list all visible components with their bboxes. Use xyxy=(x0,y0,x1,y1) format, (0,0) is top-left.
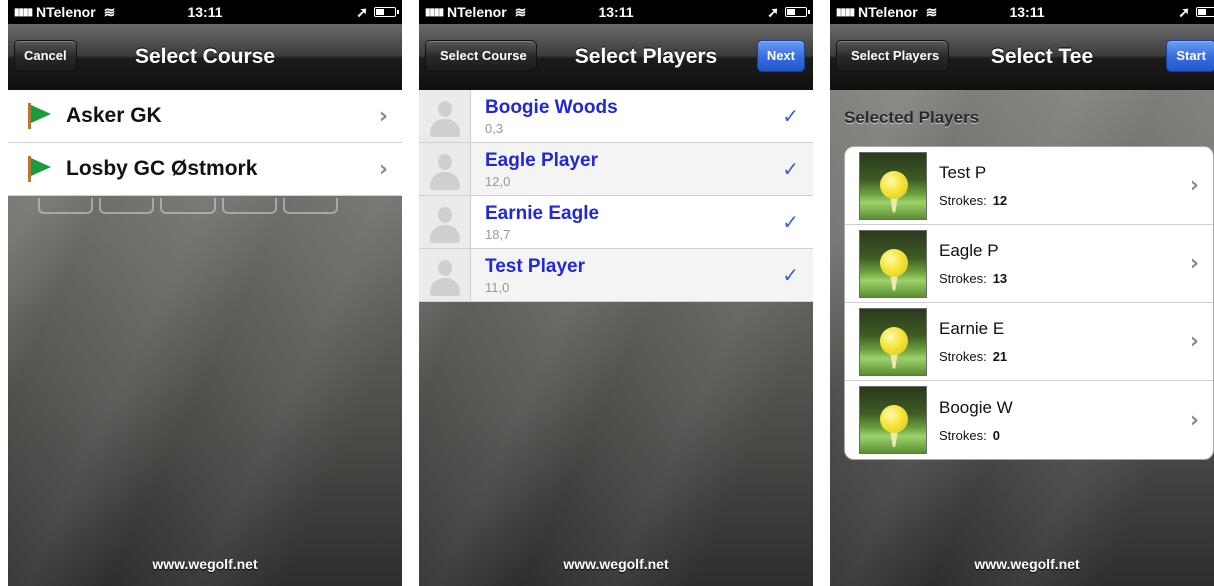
chevron-right-icon: › xyxy=(378,103,388,129)
selected-player-name: Earnie E xyxy=(939,319,1005,338)
wifi-icon: ≋ xyxy=(925,3,938,20)
selected-player-name: Eagle P xyxy=(939,241,999,260)
decorative-shelf xyxy=(38,198,339,214)
battery-icon xyxy=(785,7,810,17)
player-row[interactable]: Eagle Player 12,0 ✓ xyxy=(419,143,813,196)
signal-icon: ▮▮▮▮ xyxy=(836,6,855,18)
wifi-icon: ≋ xyxy=(103,3,116,20)
selected-players-list: Test P Strokes: 12 › Eagle P Strokes: 13 ›… xyxy=(844,146,1214,460)
flag-icon xyxy=(22,154,52,184)
avatar-placeholder-icon xyxy=(419,90,471,142)
strokes-info: Strokes: 0 xyxy=(939,427,1000,443)
player-handicap: 18,7 xyxy=(485,226,511,242)
chevron-right-icon: › xyxy=(1189,329,1199,354)
golf-ball-icon xyxy=(859,386,927,454)
strokes-value: 21 xyxy=(992,349,1008,364)
player-handicap: 0,3 xyxy=(485,120,504,136)
selected-player-row[interactable]: Test P Strokes: 12 › xyxy=(845,147,1213,225)
player-name: Eagle Player xyxy=(485,149,599,171)
course-list: Asker GK › Losby GC Østmork › xyxy=(8,90,402,196)
avatar-placeholder-icon xyxy=(419,143,471,195)
avatar-placeholder-icon xyxy=(419,196,471,248)
location-icon: ➚ xyxy=(1178,3,1190,20)
player-row[interactable]: Boogie Woods 0,3 ✓ xyxy=(419,90,813,143)
avatar-placeholder-icon xyxy=(419,249,471,301)
course-row-asker-gk[interactable]: Asker GK › xyxy=(8,90,402,143)
page-title: Select Course xyxy=(134,45,276,68)
player-name: Boogie Woods xyxy=(485,96,618,118)
selected-player-row[interactable]: Earnie E Strokes: 21 › xyxy=(845,303,1213,381)
chevron-right-icon: › xyxy=(1189,251,1199,276)
wifi-icon: ≋ xyxy=(514,3,527,20)
player-name: Test Player xyxy=(485,255,585,277)
section-header: Selected Players xyxy=(844,108,980,127)
carrier-label: NTelenor xyxy=(36,4,96,20)
golf-ball-icon xyxy=(859,307,927,376)
selected-player-row[interactable]: Eagle P Strokes: 13 › xyxy=(845,225,1213,303)
golf-ball-icon xyxy=(859,229,927,298)
strokes-info: Strokes: 13 xyxy=(939,271,1008,286)
strokes-value: 0 xyxy=(992,427,1000,443)
checkmark-icon: ✓ xyxy=(782,263,799,287)
start-button[interactable]: Start xyxy=(1166,40,1214,72)
signal-icon: ▮▮▮▮ xyxy=(14,6,33,18)
cancel-button[interactable]: Cancel xyxy=(14,40,77,72)
strokes-value: 13 xyxy=(992,271,1008,286)
chevron-right-icon: › xyxy=(378,156,388,182)
player-name: Earnie Eagle xyxy=(485,202,600,224)
location-icon: ➚ xyxy=(767,3,779,20)
golf-ball-icon xyxy=(859,151,927,220)
player-handicap: 12,0 xyxy=(485,173,511,189)
checkmark-icon: ✓ xyxy=(782,157,799,181)
flag-icon xyxy=(22,101,52,131)
footer-url: www.wegolf.net xyxy=(974,556,1080,572)
player-list: Boogie Woods 0,3 ✓ Eagle Player 12,0 ✓ E… xyxy=(419,90,813,302)
checkmark-icon: ✓ xyxy=(782,104,799,128)
back-button-select-players[interactable]: Select Players xyxy=(836,40,950,72)
page-title: Select Tee xyxy=(990,45,1094,68)
strokes-info: Strokes: 21 xyxy=(939,349,1008,364)
back-button-select-course[interactable]: Select Course xyxy=(425,40,537,72)
strokes-info: Strokes: 12 xyxy=(939,193,1008,208)
course-name: Asker GK xyxy=(66,104,162,127)
battery-icon xyxy=(374,7,399,17)
chevron-right-icon: › xyxy=(1189,173,1199,198)
select-course-screen: ▮▮▮▮ NTelenor ≋ 13:11 ➚ Cancel Select Co… xyxy=(8,0,402,586)
selected-player-row[interactable]: Boogie W Strokes: 0 › xyxy=(845,381,1213,459)
select-players-screen: ▮▮▮▮ NTelenor ≋ 13:11 ➚ Select Course Se… xyxy=(419,0,813,586)
strokes-value: 12 xyxy=(992,193,1008,208)
selected-player-name: Boogie W xyxy=(939,397,1013,417)
course-name: Losby GC Østmork xyxy=(66,157,258,180)
select-tee-screen: ▮▮▮▮ NTelenor ≋ 13:11 ➚ Select Players S… xyxy=(830,0,1214,586)
carrier-label: NTelenor xyxy=(858,4,918,20)
location-icon: ➚ xyxy=(356,3,368,20)
navigation-bar: Select Course Select Players Next xyxy=(419,24,813,90)
course-row-losby-gc[interactable]: Losby GC Østmork › xyxy=(8,143,402,196)
navigation-bar: Cancel Select Course xyxy=(8,24,402,90)
checkmark-icon: ✓ xyxy=(782,210,799,234)
player-row[interactable]: Earnie Eagle 18,7 ✓ xyxy=(419,196,813,249)
page-title: Select Players xyxy=(574,45,718,68)
player-row[interactable]: Test Player 11,0 ✓ xyxy=(419,249,813,302)
status-bar: ▮▮▮▮ NTelenor ≋ 13:11 ➚ xyxy=(419,0,813,24)
chevron-right-icon: › xyxy=(1189,407,1199,433)
next-button[interactable]: Next xyxy=(756,40,805,72)
signal-icon: ▮▮▮▮ xyxy=(425,6,444,18)
battery-icon xyxy=(1196,7,1214,17)
carrier-label: NTelenor xyxy=(447,4,507,20)
footer-url: www.wegolf.net xyxy=(152,556,258,572)
status-bar: ▮▮▮▮ NTelenor ≋ 13:11 ➚ xyxy=(8,0,402,24)
footer-url: www.wegolf.net xyxy=(563,556,669,572)
selected-player-name: Test P xyxy=(939,163,987,182)
player-handicap: 11,0 xyxy=(485,279,510,295)
navigation-bar: Select Players Select Tee Start xyxy=(830,24,1214,90)
status-bar: ▮▮▮▮ NTelenor ≋ 13:11 ➚ xyxy=(830,0,1214,24)
